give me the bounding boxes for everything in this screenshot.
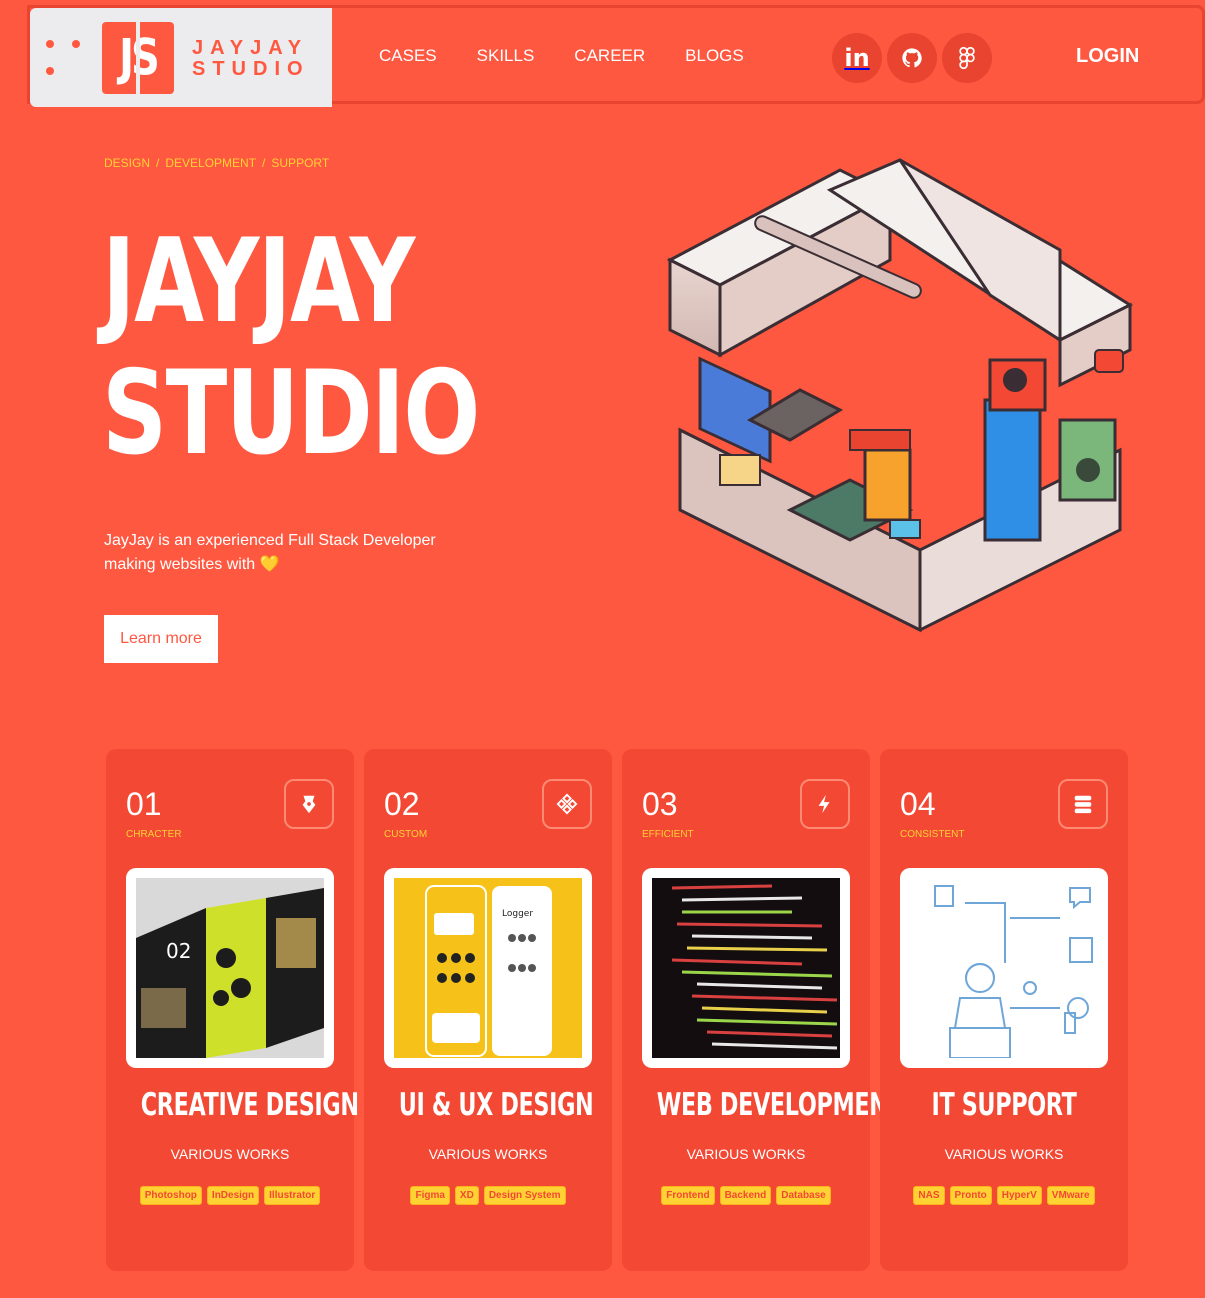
breadcrumb-design: DESIGN xyxy=(104,156,151,170)
nav-blogs[interactable]: BLOGS xyxy=(685,46,744,66)
card-subtitle: CUSTOM xyxy=(384,829,428,840)
logo-wordmark: JAYJAY STUDIO xyxy=(192,38,310,80)
card-image: Logger xyxy=(384,868,592,1068)
card-title: CREATIVE DESIGN xyxy=(140,1087,359,1123)
service-card-creative[interactable]: 01 CHRACTER 02 CREATIVE DESIGN VARIOUS W… xyxy=(106,749,359,1271)
breadcrumb-development: DEVELOPMENT xyxy=(165,156,257,170)
hero-illustration xyxy=(666,158,1134,633)
support-image xyxy=(934,885,1093,1058)
tag-illustrator[interactable]: Illustrator xyxy=(264,1186,321,1205)
site-header: JS JAYJAY STUDIO CASES SKILLS CAREER BLO… xyxy=(27,5,1205,107)
code-image xyxy=(671,884,838,1050)
card-tags: Photoshop InDesign Illustrator xyxy=(106,1186,354,1205)
tag-backend[interactable]: Backend xyxy=(719,1186,772,1205)
learn-more-button[interactable]: Learn more xyxy=(104,615,218,663)
tag-indesign[interactable]: InDesign xyxy=(206,1186,260,1205)
card-image xyxy=(642,868,850,1068)
login-link[interactable]: LOGIN xyxy=(1076,45,1139,68)
card-subtitle: CONSISTENT xyxy=(900,829,965,840)
hero-desc-line1: JayJay is an experienced Full Stack Deve… xyxy=(104,532,436,549)
tag-frontend[interactable]: Frontend xyxy=(661,1186,715,1205)
server-icon xyxy=(1058,779,1108,829)
card-works-label: VARIOUS WORKS xyxy=(944,1146,1064,1162)
logo-wordmark-line2: STUDIO xyxy=(192,58,310,80)
card-number: 01 xyxy=(126,786,162,822)
service-card-itsupport[interactable]: 04 CONSISTENT IT SUPPORT VARIOUS WORKS N… xyxy=(880,749,1128,1271)
tag-hyperv[interactable]: HyperV xyxy=(996,1186,1042,1205)
github-button[interactable] xyxy=(887,33,937,83)
card-image xyxy=(900,868,1108,1068)
card-tags: Figma XD Design System xyxy=(364,1186,612,1205)
card-number: 02 xyxy=(384,786,420,822)
linkedin-icon: in xyxy=(844,44,870,72)
logo[interactable]: JS JAYJAY STUDIO xyxy=(30,8,332,107)
brochure-image: 02 xyxy=(136,888,324,1058)
nav-skills[interactable]: SKILLS xyxy=(477,46,535,66)
tag-pronto[interactable]: Pronto xyxy=(949,1186,992,1205)
nav-cases[interactable]: CASES xyxy=(379,46,437,66)
breadcrumb-support: SUPPORT xyxy=(271,156,330,170)
figma-icon xyxy=(959,46,975,70)
card-subtitle: CHRACTER xyxy=(126,829,182,840)
tag-nas[interactable]: NAS xyxy=(913,1186,945,1205)
card-tags: Frontend Backend Database xyxy=(622,1186,870,1205)
card-works-label: VARIOUS WORKS xyxy=(170,1146,290,1162)
hero-desc-line2: making websites with xyxy=(104,556,256,573)
component-icon xyxy=(542,779,592,829)
tag-photoshop[interactable]: Photoshop xyxy=(139,1186,202,1205)
tag-design-system[interactable]: Design System xyxy=(483,1186,566,1205)
hero-title: JAYJAY STUDIO xyxy=(102,214,480,481)
card-works-label: VARIOUS WORKS xyxy=(686,1146,806,1162)
svg-text:02: 02 xyxy=(166,939,191,963)
card-number: 04 xyxy=(900,786,936,822)
card-subtitle: EFFICIENT xyxy=(642,829,694,840)
nav-career[interactable]: CAREER xyxy=(574,46,645,66)
github-icon xyxy=(902,48,922,68)
lightning-icon xyxy=(800,779,850,829)
card-tags: NAS Pronto HyperV VMware xyxy=(880,1186,1128,1205)
card-works-label: VARIOUS WORKS xyxy=(428,1146,548,1162)
hero-title-line1: JAYJAY xyxy=(102,214,415,349)
hero-title-line2: STUDIO xyxy=(102,346,480,481)
card-title: WEB DEVELOPMENT xyxy=(656,1087,903,1123)
hero-description: JayJay is an experienced Full Stack Deve… xyxy=(104,529,504,577)
service-card-uiux[interactable]: 02 CUSTOM Logger UI & UX DESIGN VARIOUS … xyxy=(364,749,612,1271)
card-number: 03 xyxy=(642,786,678,822)
card-image: 02 xyxy=(126,868,334,1068)
tag-figma[interactable]: Figma xyxy=(410,1186,450,1205)
card-title: UI & UX DESIGN xyxy=(398,1087,594,1123)
figma-button[interactable] xyxy=(942,33,992,83)
linkedin-button[interactable]: in xyxy=(832,33,882,83)
logo-wordmark-line1: JAYJAY xyxy=(192,37,309,59)
svg-text:Logger: Logger xyxy=(502,909,533,919)
card-title: IT SUPPORT xyxy=(931,1087,1077,1123)
main-nav: CASES SKILLS CAREER BLOGS xyxy=(379,46,744,66)
tag-xd[interactable]: XD xyxy=(454,1186,479,1205)
service-card-webdev[interactable]: 03 EFFICIENT WEB DEVELOPMENT VARIOUS WOR… xyxy=(622,749,903,1271)
app-mockup-image: Logger xyxy=(425,885,552,1057)
heart-icon: 💛 xyxy=(259,556,280,573)
breadcrumb: DESIGN / DEVELOPMENT / SUPPORT xyxy=(104,156,330,170)
pen-nib-icon xyxy=(284,779,334,829)
tag-database[interactable]: Database xyxy=(776,1186,831,1205)
tag-vmware[interactable]: VMware xyxy=(1046,1186,1095,1205)
logo-split xyxy=(136,8,140,107)
